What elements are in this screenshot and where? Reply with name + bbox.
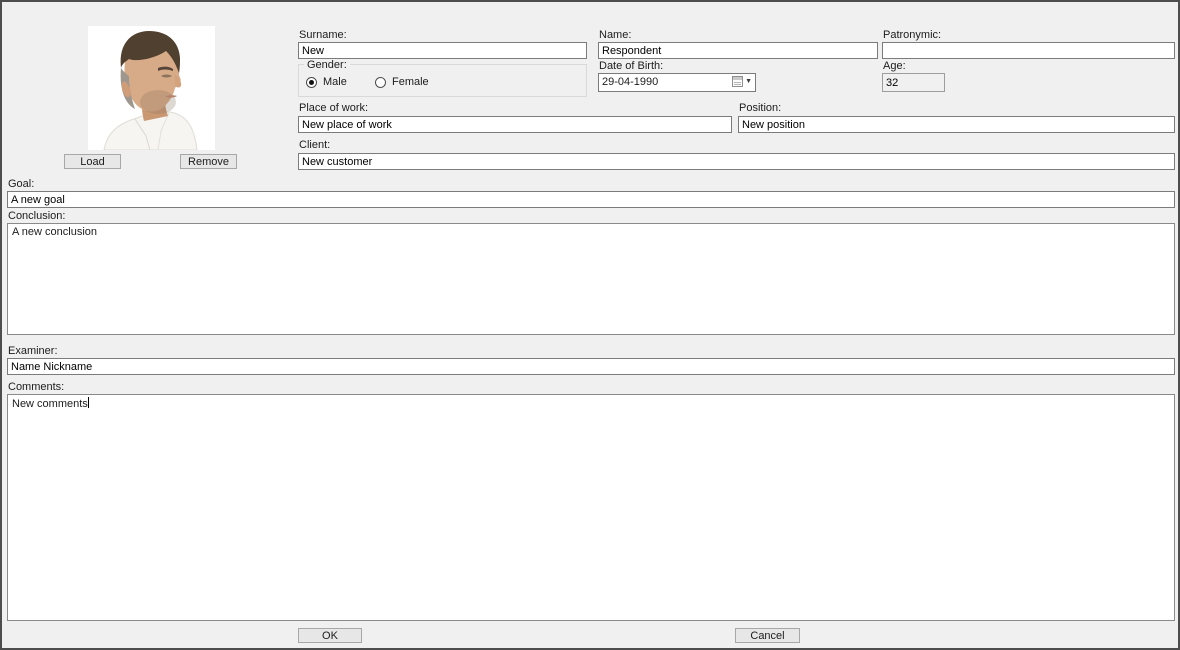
examiner-input[interactable]	[7, 358, 1175, 375]
place-of-work-label: Place of work:	[299, 102, 368, 114]
position-input[interactable]	[738, 116, 1175, 133]
client-input[interactable]	[298, 153, 1175, 170]
gender-option-female[interactable]: Female	[375, 76, 429, 88]
gender-groupbox: Gender: Male Female	[298, 64, 587, 97]
surname-label: Surname:	[299, 29, 347, 41]
age-label: Age:	[883, 60, 906, 72]
male-radio-label: Male	[323, 76, 347, 88]
conclusion-label: Conclusion:	[8, 210, 65, 222]
comments-label: Comments:	[8, 381, 64, 393]
female-radio-button[interactable]	[375, 77, 386, 88]
respondent-photo	[88, 26, 215, 150]
conclusion-text: A new conclusion	[12, 226, 97, 238]
portrait-image	[88, 26, 215, 150]
calendar-icon[interactable]	[732, 76, 743, 87]
text-caret	[88, 397, 89, 408]
patronymic-label: Patronymic:	[883, 29, 941, 41]
ok-button[interactable]: OK	[298, 628, 362, 643]
name-input[interactable]	[598, 42, 878, 59]
dob-label: Date of Birth:	[599, 60, 663, 72]
gender-option-male[interactable]: Male	[306, 76, 347, 88]
goal-input[interactable]	[7, 191, 1175, 208]
male-radio-button[interactable]	[306, 77, 317, 88]
position-label: Position:	[739, 102, 781, 114]
patronymic-input[interactable]	[882, 42, 1175, 59]
cancel-button[interactable]: Cancel	[735, 628, 800, 643]
dob-datepicker[interactable]: 29-04-1990 ▼	[598, 73, 756, 92]
female-radio-label: Female	[392, 76, 429, 88]
gender-label: Gender:	[304, 59, 350, 71]
age-field	[882, 73, 945, 92]
respondent-form-window: Load Remove Surname: Name: Patronymic: G…	[0, 0, 1180, 650]
comments-text: New comments	[12, 398, 88, 410]
conclusion-textarea[interactable]: A new conclusion	[7, 223, 1175, 335]
examiner-label: Examiner:	[8, 345, 58, 357]
remove-photo-button[interactable]: Remove	[180, 154, 237, 169]
load-photo-button[interactable]: Load	[64, 154, 121, 169]
comments-textarea[interactable]: New comments	[7, 394, 1175, 621]
client-label: Client:	[299, 139, 330, 151]
dob-value: 29-04-1990	[602, 76, 658, 89]
chevron-down-icon[interactable]: ▼	[745, 76, 752, 87]
goal-label: Goal:	[8, 178, 34, 190]
place-of-work-input[interactable]	[298, 116, 732, 133]
surname-input[interactable]	[298, 42, 587, 59]
name-label: Name:	[599, 29, 631, 41]
